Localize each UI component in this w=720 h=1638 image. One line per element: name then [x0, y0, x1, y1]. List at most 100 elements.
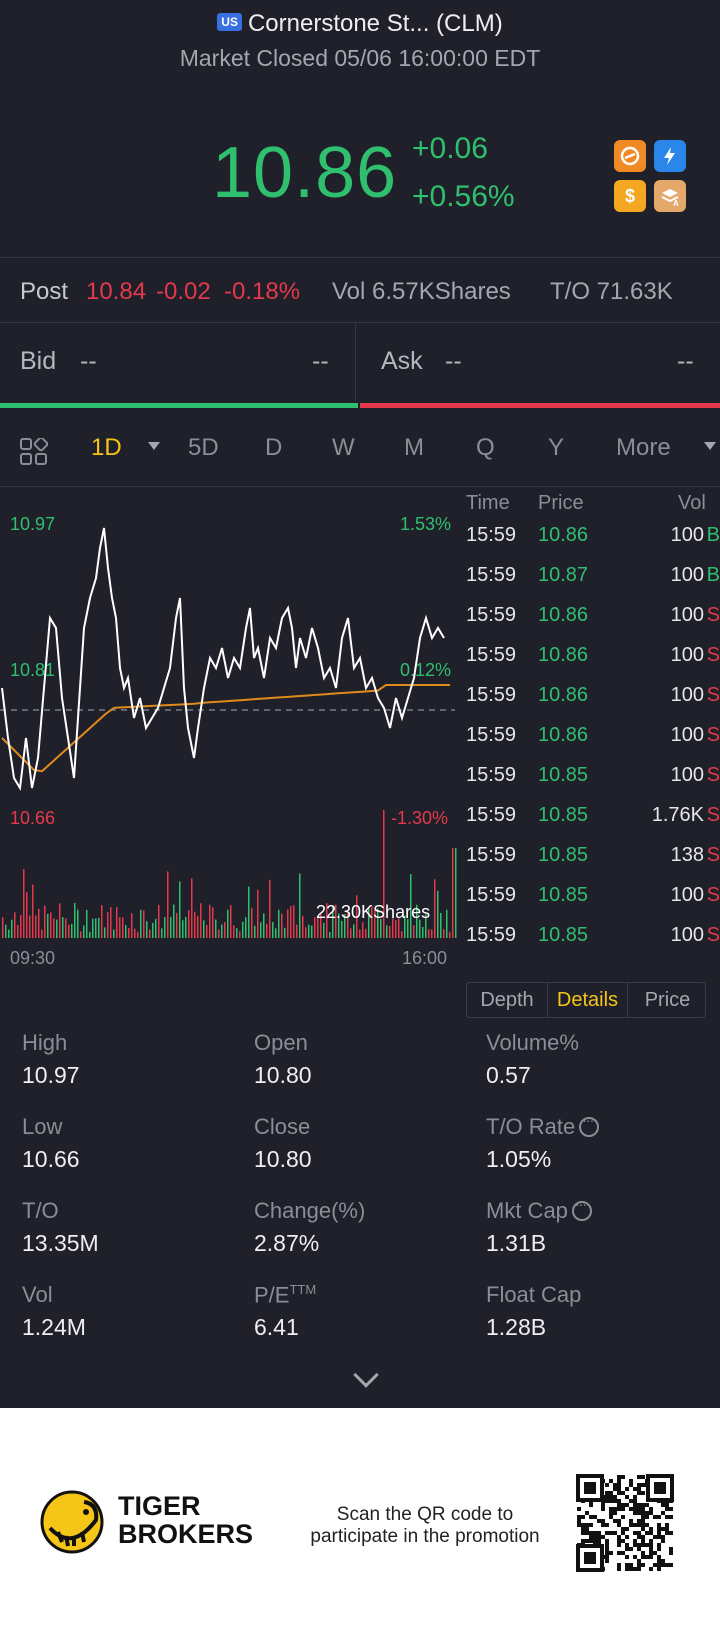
promo-text: Scan the QR code to participate in the p…: [290, 1504, 560, 1548]
stat-change: Change(%) 2.87%: [254, 1198, 474, 1257]
chart-high-percent: 1.53%: [400, 514, 452, 534]
volume-bar: [224, 922, 226, 938]
trade-row: 15:59 10.86 100 S: [464, 644, 720, 684]
volume-bar: [251, 907, 253, 938]
trade-row: 15:59 10.86 100 S: [464, 604, 720, 644]
trade-row: 15:59 10.86 100 S: [464, 684, 720, 724]
chevron-down-icon[interactable]: [148, 442, 160, 450]
trade-price: 10.85: [538, 764, 589, 786]
chart-low-percent: -1.30%: [391, 808, 449, 828]
subtab-depth[interactable]: Depth: [467, 983, 547, 1017]
stat-turnover-rate: T/O Rate 1.05%: [486, 1112, 706, 1173]
volume-bar: [53, 918, 55, 938]
trade-price: 10.86: [538, 684, 589, 706]
trade-volume: 100: [670, 764, 704, 786]
volume-bar: [296, 924, 298, 938]
promo-line-1: Scan the QR code to: [336, 1504, 514, 1525]
more-chevron-down-icon[interactable]: [704, 442, 716, 450]
stack-a-icon[interactable]: A: [654, 180, 686, 212]
tab-daily[interactable]: D: [265, 434, 282, 462]
expand-chevron-icon[interactable]: [353, 1362, 379, 1388]
trade-side: S: [706, 644, 720, 666]
stat-value: 10.66: [22, 1146, 80, 1172]
stat-label: Close: [254, 1114, 311, 1139]
chart-time-end: 16:00: [402, 948, 448, 968]
chart-canvas: [0, 527, 457, 938]
promo-badge-icon[interactable]: [614, 140, 646, 172]
volume-bar: [110, 907, 112, 938]
volume-bar: [146, 921, 148, 938]
stat-label: Open: [254, 1030, 308, 1055]
stat-label: Mkt Cap: [486, 1198, 568, 1223]
stat-label: Low: [22, 1114, 63, 1139]
volume-bar: [260, 922, 262, 938]
volume-bar: [176, 912, 178, 938]
volume-bar: [50, 912, 52, 938]
tab-1d[interactable]: 1D: [91, 434, 122, 462]
stat-value: 0.57: [486, 1062, 531, 1088]
stat-label-sup: TTM: [289, 1282, 317, 1297]
stat-pe: P/ETTM 6.41: [254, 1282, 474, 1341]
volume-bar: [182, 920, 184, 938]
trade-side: S: [706, 844, 720, 866]
intraday-chart[interactable]: 10.97 1.53% 10.81 0.12% 10.66 -1.30% 22.…: [0, 488, 460, 1008]
svg-text:A: A: [673, 199, 679, 207]
stat-volume-percent: Volume% 0.57: [486, 1030, 706, 1089]
brand-name: TIGER BROKERS: [118, 1492, 253, 1548]
trade-row: 15:59 10.85 100 S: [464, 884, 720, 924]
dollar-coin-icon[interactable]: $: [614, 180, 646, 212]
trade-volume: 100: [670, 724, 704, 746]
stat-open: Open 10.80: [254, 1030, 474, 1089]
us-market-badge: US: [217, 13, 242, 31]
lightning-one-icon[interactable]: [654, 140, 686, 172]
volume-bar: [131, 913, 133, 938]
market-status: Market Closed 05/06 16:00:00 EDT: [179, 45, 541, 71]
volume-bar: [362, 922, 364, 938]
volume-bar: [68, 924, 70, 938]
volume-bar: [422, 926, 424, 938]
volume-bar: [227, 909, 229, 938]
volume-bar: [164, 917, 166, 938]
volume-bar: [56, 919, 58, 938]
tab-5d[interactable]: 5D: [188, 434, 219, 462]
quote-header: US Cornerstone St... (CLM) Market Closed …: [0, 0, 720, 258]
volume-bar: [221, 924, 223, 938]
trade-price: 10.85: [538, 884, 589, 906]
trade-side: B: [706, 564, 720, 586]
tab-quarterly[interactable]: Q: [476, 434, 495, 462]
volume-bar: [95, 918, 97, 938]
volume-bar: [197, 916, 199, 938]
volume-bar: [218, 929, 220, 938]
stock-title[interactable]: US Cornerstone St... (CLM): [0, 10, 720, 38]
volume-bar: [323, 922, 325, 938]
volume-bar: [101, 905, 103, 938]
volume-bar: [143, 910, 145, 938]
more-info-icon[interactable]: [571, 1196, 592, 1221]
subtab-details[interactable]: Details: [547, 983, 627, 1017]
ask-size: --: [677, 347, 694, 375]
volume-bar: [188, 910, 190, 938]
volume-bar: [245, 917, 247, 938]
volume-bar: [269, 879, 271, 938]
subtab-price[interactable]: Price: [627, 983, 707, 1017]
price-change-percent: +0.56%: [412, 180, 515, 213]
trade-side: S: [706, 884, 720, 906]
tab-weekly[interactable]: W: [332, 434, 355, 462]
avg-price-line: [1, 684, 450, 773]
volume-bar: [149, 929, 151, 938]
layout-grid-icon[interactable]: [20, 436, 49, 471]
trade-row: 15:59 10.86 100 S: [464, 724, 720, 764]
volume-bar: [308, 924, 310, 938]
volume-bar: [152, 922, 154, 938]
tab-yearly[interactable]: Y: [548, 434, 564, 462]
trade-time: 15:59: [466, 884, 517, 906]
more-info-icon[interactable]: [579, 1112, 600, 1137]
trade-side: S: [706, 924, 720, 946]
ask-label: Ask: [381, 347, 423, 375]
stat-value: 10.97: [22, 1062, 80, 1088]
trade-details-list[interactable]: Time Price Vol 15:59 10.86 100 B 15:59 10.86 1…: [464, 488, 720, 978]
tab-monthly[interactable]: M: [404, 434, 424, 462]
tab-more[interactable]: More: [616, 434, 671, 462]
stat-label: High: [22, 1030, 68, 1055]
chart-low-price: 10.66: [10, 808, 56, 828]
